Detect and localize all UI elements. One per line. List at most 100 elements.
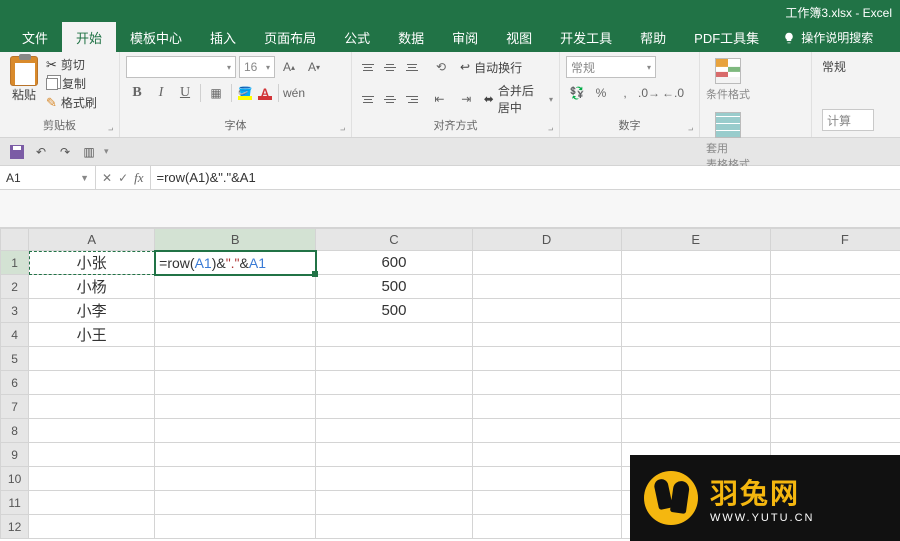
wrap-text-button[interactable]: ↩自动换行 bbox=[460, 59, 522, 76]
cell-E7[interactable] bbox=[621, 395, 770, 419]
align-bottom-button[interactable] bbox=[402, 57, 422, 77]
comma-button[interactable]: , bbox=[614, 82, 636, 104]
col-header-B[interactable]: B bbox=[155, 229, 316, 251]
cell-B9[interactable] bbox=[155, 443, 316, 467]
cell-F3[interactable] bbox=[770, 299, 900, 323]
row-header-7[interactable]: 7 bbox=[1, 395, 29, 419]
tab-home[interactable]: 开始 bbox=[62, 22, 116, 52]
col-header-F[interactable]: F bbox=[770, 229, 900, 251]
tab-developer[interactable]: 开发工具 bbox=[546, 22, 626, 52]
cell-A7[interactable] bbox=[29, 395, 155, 419]
cell-C6[interactable] bbox=[316, 371, 472, 395]
cut-button[interactable]: ✂剪切 bbox=[46, 56, 97, 73]
cell-C7[interactable] bbox=[316, 395, 472, 419]
cell-C8[interactable] bbox=[316, 419, 472, 443]
tab-file[interactable]: 文件 bbox=[8, 22, 62, 52]
cell-F1[interactable] bbox=[770, 251, 900, 275]
tab-help[interactable]: 帮助 bbox=[626, 22, 680, 52]
cell-D12[interactable] bbox=[472, 515, 621, 539]
cell-A11[interactable] bbox=[29, 491, 155, 515]
merge-center-button[interactable]: ⬌合并后居中▾ bbox=[484, 82, 553, 116]
percent-button[interactable]: % bbox=[590, 82, 612, 104]
row-header-12[interactable]: 12 bbox=[1, 515, 29, 539]
accounting-format-button[interactable]: 💱 bbox=[566, 82, 588, 104]
cell-B2[interactable] bbox=[155, 275, 316, 299]
tab-review[interactable]: 审阅 bbox=[438, 22, 492, 52]
align-top-button[interactable] bbox=[358, 57, 378, 77]
row-header-8[interactable]: 8 bbox=[1, 419, 29, 443]
cell-B12[interactable] bbox=[155, 515, 316, 539]
cell-D9[interactable] bbox=[472, 443, 621, 467]
col-header-A[interactable]: A bbox=[29, 229, 155, 251]
cell-E1[interactable] bbox=[621, 251, 770, 275]
align-right-button[interactable] bbox=[402, 89, 422, 109]
cell-F8[interactable] bbox=[770, 419, 900, 443]
cell-D7[interactable] bbox=[472, 395, 621, 419]
cell-C11[interactable] bbox=[316, 491, 472, 515]
cell-D3[interactable] bbox=[472, 299, 621, 323]
cell-C1[interactable]: 600 bbox=[316, 251, 472, 275]
cell-E2[interactable] bbox=[621, 275, 770, 299]
cell-D8[interactable] bbox=[472, 419, 621, 443]
cell-B11[interactable] bbox=[155, 491, 316, 515]
cell-F6[interactable] bbox=[770, 371, 900, 395]
cell-A4[interactable]: 小王 bbox=[29, 323, 155, 347]
cell-E6[interactable] bbox=[621, 371, 770, 395]
cell-D11[interactable] bbox=[472, 491, 621, 515]
cell-E4[interactable] bbox=[621, 323, 770, 347]
tab-view[interactable]: 视图 bbox=[492, 22, 546, 52]
cell-B1[interactable]: =row(A1)&"."&A1 bbox=[155, 251, 316, 275]
decrease-decimal-button[interactable]: ←.0 bbox=[662, 82, 684, 104]
copy-button[interactable]: 复制 bbox=[46, 75, 97, 92]
font-name-select[interactable]: ▾ bbox=[126, 56, 236, 78]
decrease-indent-button[interactable]: ⇤ bbox=[430, 88, 449, 110]
cell-A6[interactable] bbox=[29, 371, 155, 395]
cell-C12[interactable] bbox=[316, 515, 472, 539]
bold-button[interactable]: B bbox=[126, 82, 148, 104]
number-format-select[interactable]: 常规▾ bbox=[566, 56, 656, 78]
tab-template[interactable]: 模板中心 bbox=[116, 22, 196, 52]
row-header-4[interactable]: 4 bbox=[1, 323, 29, 347]
cancel-formula-button[interactable]: ✕ bbox=[102, 171, 112, 185]
qat-customize[interactable]: ▾ bbox=[104, 146, 109, 157]
increase-decimal-button[interactable]: .0→ bbox=[638, 82, 660, 104]
cell-D6[interactable] bbox=[472, 371, 621, 395]
cell-E5[interactable] bbox=[621, 347, 770, 371]
cell-A3[interactable]: 小李 bbox=[29, 299, 155, 323]
name-box[interactable]: A1 ▼ bbox=[0, 166, 96, 189]
tab-page-layout[interactable]: 页面布局 bbox=[250, 22, 330, 52]
row-header-3[interactable]: 3 bbox=[1, 299, 29, 323]
cell-D10[interactable] bbox=[472, 467, 621, 491]
cell-C9[interactable] bbox=[316, 443, 472, 467]
row-header-2[interactable]: 2 bbox=[1, 275, 29, 299]
format-painter-button[interactable]: ✎格式刷 bbox=[46, 94, 97, 111]
cell-B5[interactable] bbox=[155, 347, 316, 371]
font-color-button[interactable]: A bbox=[256, 84, 274, 102]
cell-B10[interactable] bbox=[155, 467, 316, 491]
qat-more-button[interactable]: ▥ bbox=[80, 143, 98, 161]
redo-button[interactable]: ↷ bbox=[56, 143, 74, 161]
cell-A10[interactable] bbox=[29, 467, 155, 491]
undo-button[interactable]: ↶ bbox=[32, 143, 50, 161]
phonetic-button[interactable]: wén bbox=[283, 82, 305, 104]
cell-B3[interactable] bbox=[155, 299, 316, 323]
cell-C5[interactable] bbox=[316, 347, 472, 371]
increase-indent-button[interactable]: ⇥ bbox=[457, 88, 476, 110]
col-header-D[interactable]: D bbox=[472, 229, 621, 251]
save-button[interactable] bbox=[8, 143, 26, 161]
row-header-1[interactable]: 1 bbox=[1, 251, 29, 275]
formula-input[interactable]: =row(A1)&"."&A1 bbox=[151, 166, 900, 189]
cell-C2[interactable]: 500 bbox=[316, 275, 472, 299]
align-left-button[interactable] bbox=[358, 89, 378, 109]
cell-A1[interactable]: 小张 bbox=[29, 251, 155, 275]
cell-D4[interactable] bbox=[472, 323, 621, 347]
cell-B4[interactable] bbox=[155, 323, 316, 347]
row-header-10[interactable]: 10 bbox=[1, 467, 29, 491]
col-header-C[interactable]: C bbox=[316, 229, 472, 251]
fx-icon[interactable]: fx bbox=[134, 170, 143, 186]
cell-A5[interactable] bbox=[29, 347, 155, 371]
tab-data[interactable]: 数据 bbox=[384, 22, 438, 52]
cell-C4[interactable] bbox=[316, 323, 472, 347]
cell-C10[interactable] bbox=[316, 467, 472, 491]
increase-font-button[interactable]: A▴ bbox=[278, 56, 300, 78]
